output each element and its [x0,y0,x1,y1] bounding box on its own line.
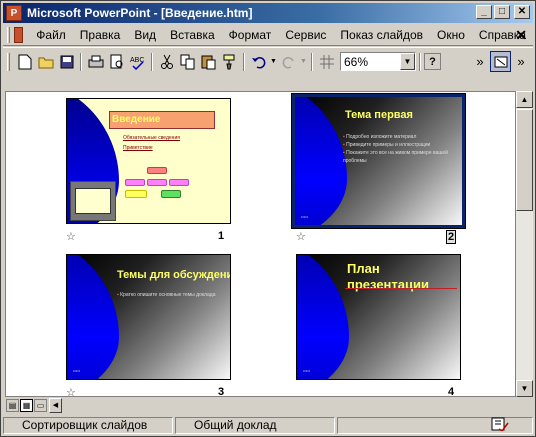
powerpoint-window: P Microsoft PowerPoint - [Введение.htm] … [0,0,536,437]
scroll-left-button[interactable]: ◀ [49,398,62,413]
screenshot-image [70,181,116,221]
grayscale-icon[interactable] [316,51,337,72]
transition-star-icon[interactable]: ☆ [66,386,76,396]
minimize-button[interactable]: _ [476,5,492,19]
slide-title: Тема первая [345,109,413,121]
slide-1[interactable]: Введение Обязательные сведения Приветств… [66,98,231,224]
menu-window[interactable]: Окно [430,28,472,42]
format-painter-icon[interactable] [219,51,240,72]
slide-footer: ••••• [301,214,309,219]
print-preview-icon[interactable] [106,51,127,72]
spelling-icon[interactable]: ABC [127,51,148,72]
redo-dropdown-icon[interactable]: ▼ [299,51,308,72]
title-bar[interactable]: P Microsoft PowerPoint - [Введение.htm] … [3,3,533,23]
slide-number: 4 [448,386,455,397]
close-button[interactable]: ✕ [514,5,530,19]
diagram-shape [169,179,189,186]
slide-3[interactable]: Темы для обсуждения Кратко опишите основ… [66,254,231,380]
slide-bullets: Кратко опишите основные темы доклада [117,291,223,299]
slide-bullet: Подробно изложите материал [343,133,451,141]
print-icon[interactable] [85,51,106,72]
redo-icon[interactable] [278,51,299,72]
slide-2[interactable]: Тема первая Подробно изложите материал П… [291,93,466,229]
copy-icon[interactable] [177,51,198,72]
menu-bar: Файл Правка Вид Вставка Формат Сервис По… [3,24,533,46]
slide-number: 3 [218,386,225,397]
scroll-thumb[interactable] [516,109,533,211]
window-title: Microsoft PowerPoint - [Введение.htm] [27,6,253,20]
status-design-template: Общий доклад [175,416,335,434]
view-buttons-bar: ▤ ▦ ▭ ◀ [5,397,533,414]
toolbar-options-icon-2[interactable]: » [515,51,527,72]
status-view-name: Сортировщик слайдов [3,416,173,434]
toolbar-separator [419,52,421,71]
maximize-button[interactable]: □ [494,5,510,19]
document-icon[interactable] [13,26,24,43]
normal-view-icon[interactable]: ▤ [6,399,19,412]
slide-miniature-icon[interactable] [490,51,511,72]
slide-4[interactable]: План презентации ••••• [296,254,461,380]
toolbar-separator [311,52,313,71]
menu-file[interactable]: Файл [29,28,73,42]
slide-sorter-pane[interactable]: Введение Обязательные сведения Приветств… [5,91,516,397]
slide-bullet: Обязательные сведения [123,135,180,141]
transition-star-icon[interactable]: ☆ [296,230,306,243]
slide-footer: ••••• [73,368,81,373]
zoom-value: 66% [344,54,369,69]
menu-grip[interactable] [7,26,10,43]
toolbar-separator [80,52,82,71]
spelling-status-icon[interactable] [491,417,509,433]
scroll-up-button[interactable]: ▲ [516,91,533,108]
cut-icon[interactable] [156,51,177,72]
slide-thumbnail-3[interactable]: Темы для обсуждения Кратко опишите основ… [66,254,231,396]
slideshow-view-icon[interactable]: ▭ [34,399,47,412]
menu-view[interactable]: Вид [127,28,163,42]
slide-bullet: Кратко опишите основные темы доклада [117,291,223,299]
slide-bullet: Приведите примеры и иллюстрации [343,141,451,149]
paste-icon[interactable] [198,51,219,72]
slide-bullet: Приветствие [123,145,153,151]
help-icon[interactable]: ? [424,53,441,70]
toolbar-options-icon[interactable]: » [474,51,486,72]
slide-number: 1 [218,230,225,242]
menu-slideshow[interactable]: Показ слайдов [333,28,430,42]
title-underline [345,288,457,289]
scroll-down-button[interactable]: ▼ [516,380,533,397]
diagram-shape [161,190,181,198]
slide-title: Введение [109,111,215,129]
document-close-button[interactable]: ✕ [515,27,527,44]
slide-number: 2 [446,230,457,244]
chevron-down-icon[interactable]: ▼ [400,53,415,70]
slide-thumbnail-1[interactable]: Введение Обязательные сведения Приветств… [66,98,231,243]
slide-bullets: Подробно изложите материал Приведите при… [343,133,451,165]
open-icon[interactable] [35,51,56,72]
toolbar-separator [243,52,245,71]
diagram-shape [125,190,147,198]
menu-insert[interactable]: Вставка [163,28,222,42]
transition-star-icon[interactable]: ☆ [66,230,76,243]
save-icon[interactable] [56,51,77,72]
toolbar-separator [151,52,153,71]
slide-sorter-view-icon[interactable]: ▦ [20,399,33,412]
slide-thumbnail-4[interactable]: План презентации ••••• ☆ 4 [296,254,461,396]
standard-toolbar: ABC ▼ ▼ 66% ▼ ? » » [3,47,533,75]
diagram-shape [125,179,145,186]
powerpoint-app-icon[interactable]: P [6,5,22,21]
status-bar: Сортировщик слайдов Общий доклад [3,415,533,435]
slide-bullet: Покажите это все на живом примере вашей … [343,149,451,165]
menu-tools[interactable]: Сервис [278,28,333,42]
diagram-shape [147,179,167,186]
vertical-scrollbar[interactable]: ▲ ▼ [516,91,533,397]
undo-icon[interactable] [248,51,269,72]
zoom-combobox[interactable]: 66% ▼ [340,52,416,71]
slide-footer: ••••• [303,368,311,373]
slide-title: Темы для обсуждения [117,269,231,281]
diagram-shape [147,167,167,174]
undo-dropdown-icon[interactable]: ▼ [269,51,278,72]
new-icon[interactable] [14,51,35,72]
toolbar-grip[interactable] [7,52,10,71]
menu-format[interactable]: Формат [222,28,279,42]
slide-thumbnail-2[interactable]: Тема первая Подробно изложите материал П… [291,93,466,244]
menu-edit[interactable]: Правка [73,28,128,42]
